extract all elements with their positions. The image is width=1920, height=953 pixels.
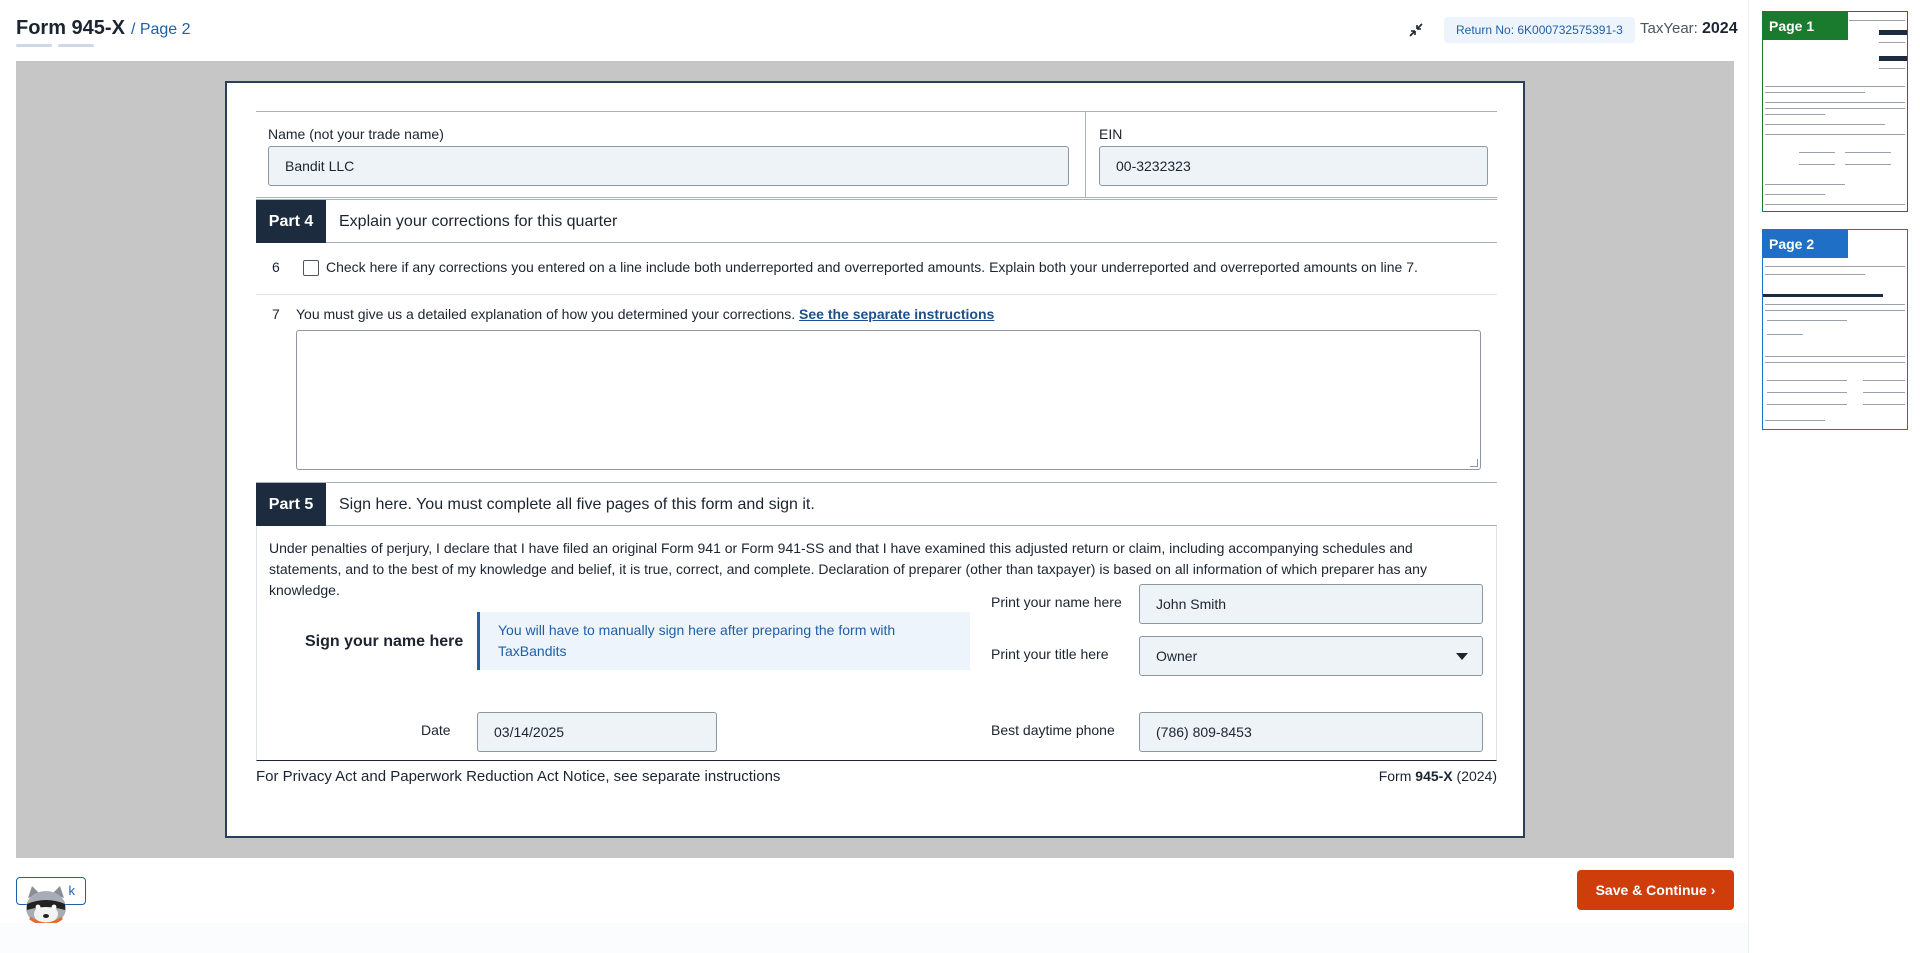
line7-text: You must give us a detailed explanation … [296, 306, 994, 322]
resize-handle-icon[interactable] [1470, 459, 1478, 467]
title-select[interactable]: Owner [1139, 636, 1483, 676]
line7-row: 7 You must give us a detailed explanatio… [256, 295, 1497, 485]
part5-tag: Part 5 [256, 483, 326, 526]
name-cell: Name (not your trade name) Bandit LLC [256, 112, 1086, 198]
form-footer-year: (2024) [1452, 768, 1497, 784]
form-title: Form 945-X [16, 17, 125, 39]
name-label: Name (not your trade name) [268, 126, 444, 142]
ein-field[interactable]: 00-3232323 [1099, 146, 1488, 186]
phone-field[interactable]: (786) 809-8453 [1139, 712, 1483, 752]
line6-number: 6 [272, 259, 280, 275]
thumbnail-page-1[interactable]: Page 1 [1762, 11, 1908, 212]
print-title-label: Print your title here [991, 646, 1109, 662]
chevron-down-icon[interactable] [1456, 653, 1468, 660]
save-continue-button[interactable]: Save & Continue › [1577, 870, 1734, 910]
line6-checkbox[interactable] [303, 260, 319, 276]
line6-text: Check here if any corrections you entere… [326, 259, 1418, 275]
bottom-bar [0, 923, 1748, 953]
return-number-badge: Return No: 6K000732575391-3 [1444, 17, 1635, 43]
part4-title: Explain your corrections for this quarte… [339, 213, 618, 230]
collapse-icon[interactable] [1404, 18, 1428, 42]
page-header: Form 945-X / Page 2 Return No: 6K0007325… [0, 0, 1748, 60]
form-page: Name (not your trade name) Bandit LLC EI… [225, 81, 1525, 838]
form-footer-id: Form 945-X (2024) [1379, 768, 1497, 784]
form-footer-prefix: Form [1378, 768, 1416, 784]
ein-label: EIN [1099, 126, 1123, 142]
page-breadcrumb[interactable]: / Page 2 [131, 21, 191, 39]
part5-header: Part 5 Sign here. You must complete all … [256, 482, 1497, 526]
line6-bold-text: Check here if any corrections you entere… [326, 259, 986, 275]
line6-rest-text: Explain both your underreported and over… [985, 259, 1418, 275]
part4-tag: Part 4 [256, 200, 326, 243]
tax-year: TaxYear: 2024 [1640, 20, 1738, 38]
corrections-explanation-textarea[interactable] [296, 330, 1481, 470]
page-thumbnails: Page 1 Page 2 [1748, 0, 1920, 953]
line7-number: 7 [272, 306, 280, 322]
signature-section: Under penalties of perjury, I declare th… [256, 526, 1497, 761]
sign-label: Sign your name here [305, 633, 464, 650]
privacy-notice: For Privacy Act and Paperwork Reduction … [256, 768, 781, 785]
thumbnail-page-1-label: Page 1 [1763, 12, 1848, 40]
identity-row: Name (not your trade name) Bandit LLC EI… [256, 111, 1497, 198]
phone-label: Best daytime phone [991, 722, 1115, 738]
title-select-value: Owner [1156, 648, 1198, 664]
part5-title: Sign here. You must complete all five pa… [339, 496, 815, 513]
line6-row: 6 Check here if any corrections you ente… [256, 243, 1497, 295]
form-canvas[interactable]: Name (not your trade name) Bandit LLC EI… [16, 61, 1734, 858]
date-field[interactable]: 03/14/2025 [477, 712, 717, 752]
form-footer-name: 945-X [1415, 768, 1453, 784]
thumbnail-page-2-label: Page 2 [1763, 230, 1848, 258]
print-name-field[interactable]: John Smith [1139, 584, 1483, 624]
line7-instruction: You must give us a detailed explanation … [296, 306, 800, 322]
tax-year-value: 2024 [1702, 20, 1738, 37]
tax-year-label: TaxYear: [1640, 20, 1698, 37]
title-underline [16, 44, 94, 47]
date-label: Date [421, 722, 451, 738]
print-name-label: Print your name here [991, 594, 1122, 610]
ein-cell: EIN 00-3232323 [1087, 112, 1497, 198]
name-field[interactable]: Bandit LLC [268, 146, 1069, 186]
title-wrap: Form 945-X / Page 2 [16, 17, 191, 40]
part4-header: Part 4 Explain your corrections for this… [256, 199, 1497, 243]
sign-notice: You will have to manually sign here afte… [477, 612, 970, 670]
thumbnail-page-2[interactable]: Page 2 [1762, 229, 1908, 430]
instructions-link[interactable]: See the separate instructions [799, 306, 994, 322]
